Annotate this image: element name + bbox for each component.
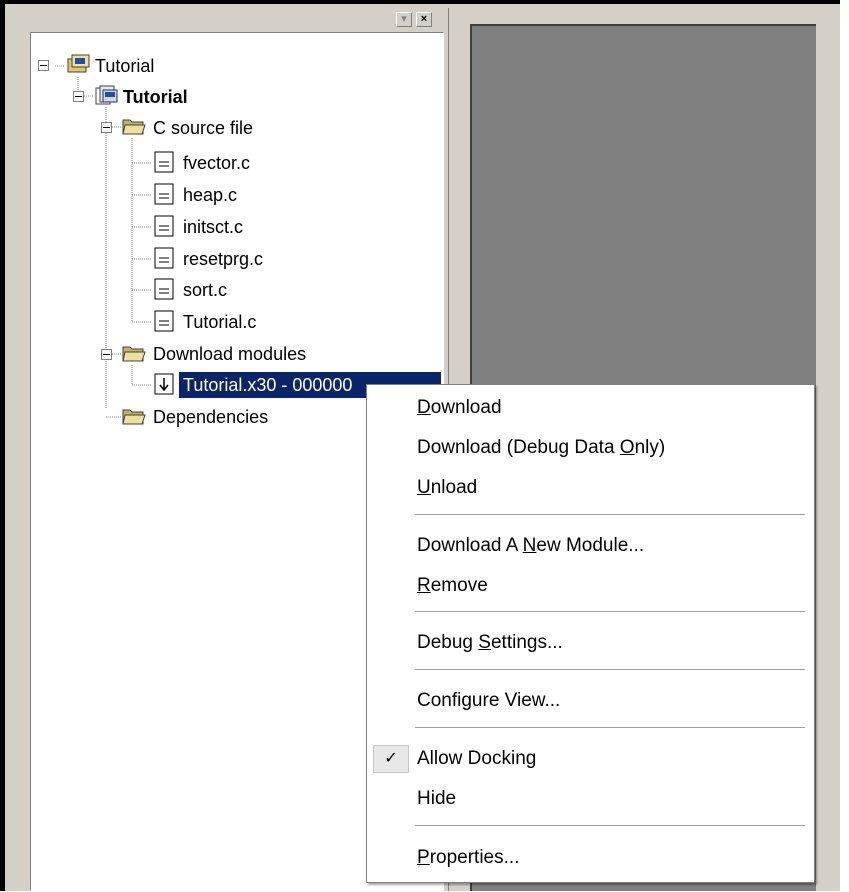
menu-item-unload[interactable]: Unload bbox=[367, 470, 814, 506]
menu-mnemonic: N bbox=[522, 535, 537, 556]
checkmark-icon: ✓ bbox=[373, 745, 409, 773]
menu-text: Hide bbox=[417, 788, 457, 809]
menu-text: Download (Debug Data bbox=[417, 437, 620, 458]
file-icon bbox=[154, 278, 174, 300]
project-icon bbox=[95, 85, 118, 105]
tree-item-file[interactable]: heap.c bbox=[183, 182, 237, 208]
tree-item-file[interactable]: resetprg.c bbox=[183, 246, 263, 272]
collapse-c-source-icon[interactable] bbox=[101, 122, 112, 133]
menu-separator bbox=[415, 727, 805, 728]
file-icon bbox=[154, 151, 174, 173]
close-icon[interactable]: × bbox=[416, 12, 432, 27]
tree-item-project[interactable]: Tutorial bbox=[123, 84, 188, 110]
scroll-down-icon[interactable]: ▾ bbox=[396, 12, 412, 27]
menu-mnemonic: R bbox=[417, 575, 431, 596]
menu-separator bbox=[415, 611, 805, 612]
file-icon bbox=[154, 215, 174, 237]
panel-titlebar: ▾ × bbox=[8, 8, 448, 30]
menu-text: roperties... bbox=[429, 847, 520, 868]
menu-text: ettings... bbox=[490, 632, 563, 653]
menu-item-allow-docking[interactable]: ✓ Allow Docking bbox=[367, 741, 814, 777]
menu-text: nly) bbox=[634, 437, 666, 458]
collapse-root-icon[interactable] bbox=[38, 60, 49, 71]
tree-item-file[interactable]: sort.c bbox=[183, 277, 227, 303]
context-menu: Download Download (Debug Data Only) Unlo… bbox=[366, 384, 815, 883]
menu-text: Download A bbox=[417, 535, 523, 556]
menu-item-download[interactable]: Download bbox=[367, 390, 814, 426]
menu-text: Debug bbox=[417, 632, 479, 653]
menu-mnemonic: U bbox=[417, 477, 431, 498]
tree-item-download-modules[interactable]: Download modules bbox=[153, 341, 306, 367]
tree-item-file[interactable]: fvector.c bbox=[183, 150, 250, 176]
menu-separator bbox=[415, 669, 805, 670]
menu-item-configure-view[interactable]: Configure View... bbox=[367, 683, 814, 719]
menu-text: Allow Docking bbox=[417, 748, 537, 769]
menu-text: Configure View... bbox=[417, 690, 561, 711]
menu-item-download-debug-data[interactable]: Download (Debug Data Only) bbox=[367, 430, 814, 466]
menu-mnemonic: D bbox=[417, 397, 431, 418]
folder-open-icon bbox=[122, 346, 146, 362]
tree-item-root[interactable]: Tutorial bbox=[95, 53, 154, 79]
folder-icon bbox=[122, 409, 146, 425]
file-icon bbox=[154, 310, 174, 332]
menu-item-hide[interactable]: Hide bbox=[367, 781, 814, 817]
menu-text: emove bbox=[430, 575, 488, 596]
tree-item-c-source[interactable]: C source file bbox=[153, 115, 253, 141]
menu-item-properties[interactable]: Properties... bbox=[367, 840, 814, 876]
menu-mnemonic: S bbox=[478, 632, 491, 653]
menu-separator bbox=[415, 825, 805, 826]
collapse-download-modules-icon[interactable] bbox=[101, 349, 112, 360]
menu-item-debug-settings[interactable]: Debug Settings... bbox=[367, 625, 814, 661]
download-module-icon bbox=[154, 373, 174, 395]
menu-text: nload bbox=[430, 477, 478, 498]
file-icon bbox=[154, 247, 174, 269]
menu-item-remove[interactable]: Remove bbox=[367, 568, 814, 604]
close-glyph: × bbox=[420, 13, 428, 25]
menu-separator bbox=[415, 514, 805, 515]
file-icon bbox=[154, 183, 174, 205]
workspace-icon bbox=[67, 54, 90, 73]
folder-open-icon bbox=[122, 119, 146, 135]
menu-mnemonic: O bbox=[619, 437, 635, 458]
menu-text: ew Module... bbox=[536, 535, 645, 556]
menu-mnemonic: P bbox=[417, 847, 430, 868]
menu-item-download-new-module[interactable]: Download A New Module... bbox=[367, 528, 814, 564]
tree-item-file[interactable]: initsct.c bbox=[183, 214, 243, 240]
menu-text: ownload bbox=[430, 397, 502, 418]
collapse-project-icon[interactable] bbox=[73, 91, 84, 102]
tree-item-dependencies[interactable]: Dependencies bbox=[153, 404, 268, 430]
tree-item-file[interactable]: Tutorial.c bbox=[183, 309, 256, 335]
